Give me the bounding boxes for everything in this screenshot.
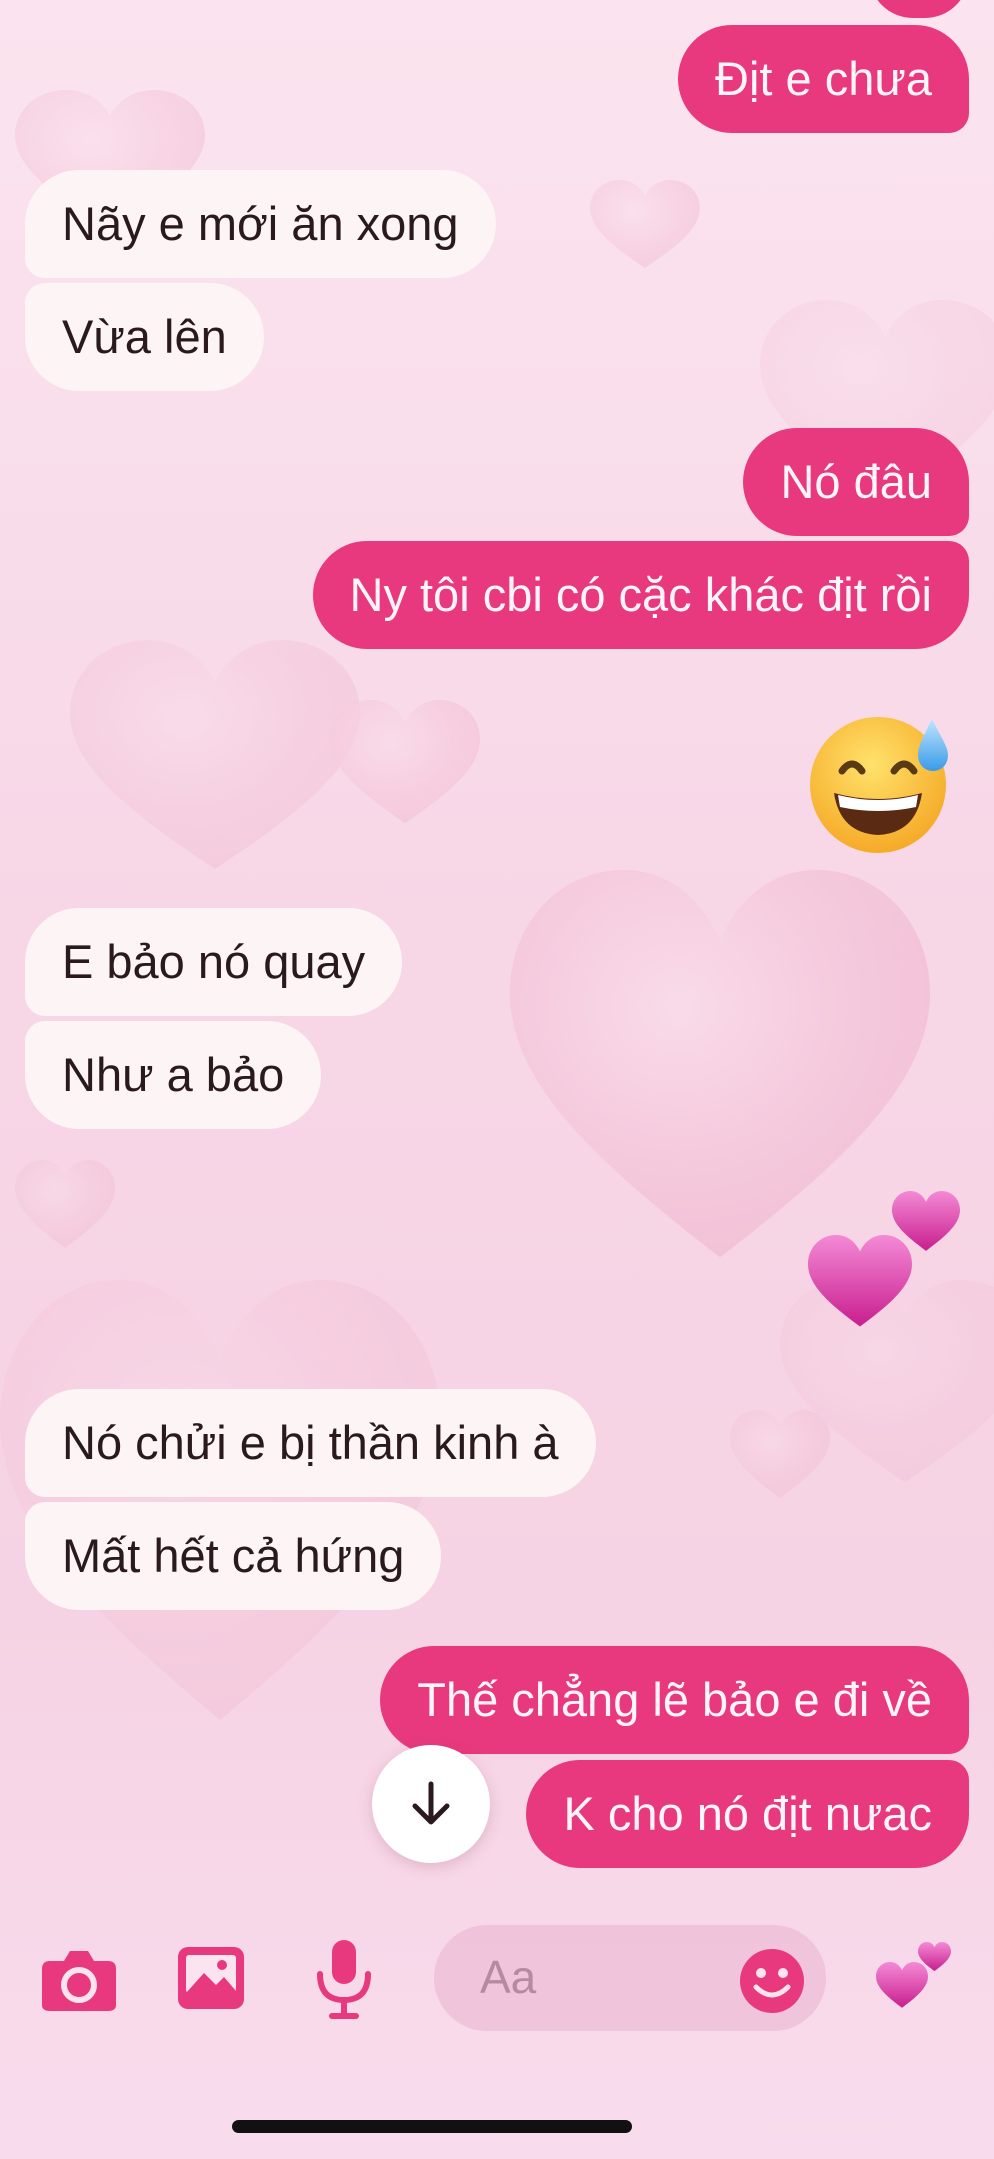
camera-icon[interactable] [40,1945,118,2020]
message-bubble-incoming[interactable]: Vừa lên [25,283,264,391]
message-bubble-incoming[interactable]: Mất hết cả hứng [25,1502,442,1610]
two-hearts-icon[interactable] [874,1940,954,2021]
message-bubble-incoming[interactable]: Nó chửi e bị thần kinh à [25,1389,596,1497]
message-bubble-outgoing[interactable]: Địt e chưa [678,25,969,133]
message-text: Địt e chưa [715,52,932,105]
message-bubble-outgoing[interactable]: Ny tôi cbi có cặc khác địt rồi [312,541,969,649]
message-bubble-outgoing[interactable]: Thế chẳng lẽ bảo e đi về [380,1646,969,1754]
message-bubble-outgoing[interactable]: K cho nó địt nưac [526,1760,969,1868]
message-text: Nó đâu [780,455,932,508]
message-text: Mất hết cả hứng [62,1529,405,1582]
message-bubble-incoming[interactable]: Nãy e mới ăn xong [25,170,496,278]
arrow-down-icon [412,1781,450,1825]
message-input-placeholder: Aa [480,1951,537,2003]
message-bubble-outgoing[interactable]: Nó đâu [743,428,969,536]
message-bubble-incoming[interactable]: E bảo nó quay [25,908,403,1016]
message-text: E bảo nó quay [62,935,366,988]
home-indicator[interactable] [232,2120,632,2133]
message-text: Nãy e mới ăn xong [62,197,459,250]
message-text: Nó chửi e bị thần kinh à [62,1416,559,1469]
message-text: Ny tôi cbi có cặc khác địt rồi [349,568,933,621]
smiley-icon[interactable] [738,1947,806,2020]
message-text: Thế chẳng lẽ bảo e đi về [417,1673,932,1726]
grinning-face-with-sweat-icon[interactable] [808,705,960,862]
message-text: Như a bảo [62,1048,285,1101]
two-hearts-icon[interactable] [800,1185,970,1350]
message-text: Vừa lên [62,310,227,363]
image-icon[interactable] [176,1945,246,2016]
message-bubble-partial[interactable] [869,0,969,18]
scroll-to-bottom-button[interactable] [372,1745,490,1863]
message-text: K cho nó địt nưac [563,1787,932,1840]
message-bubble-incoming[interactable]: Như a bảo [25,1021,322,1129]
microphone-icon[interactable] [314,1938,374,2025]
